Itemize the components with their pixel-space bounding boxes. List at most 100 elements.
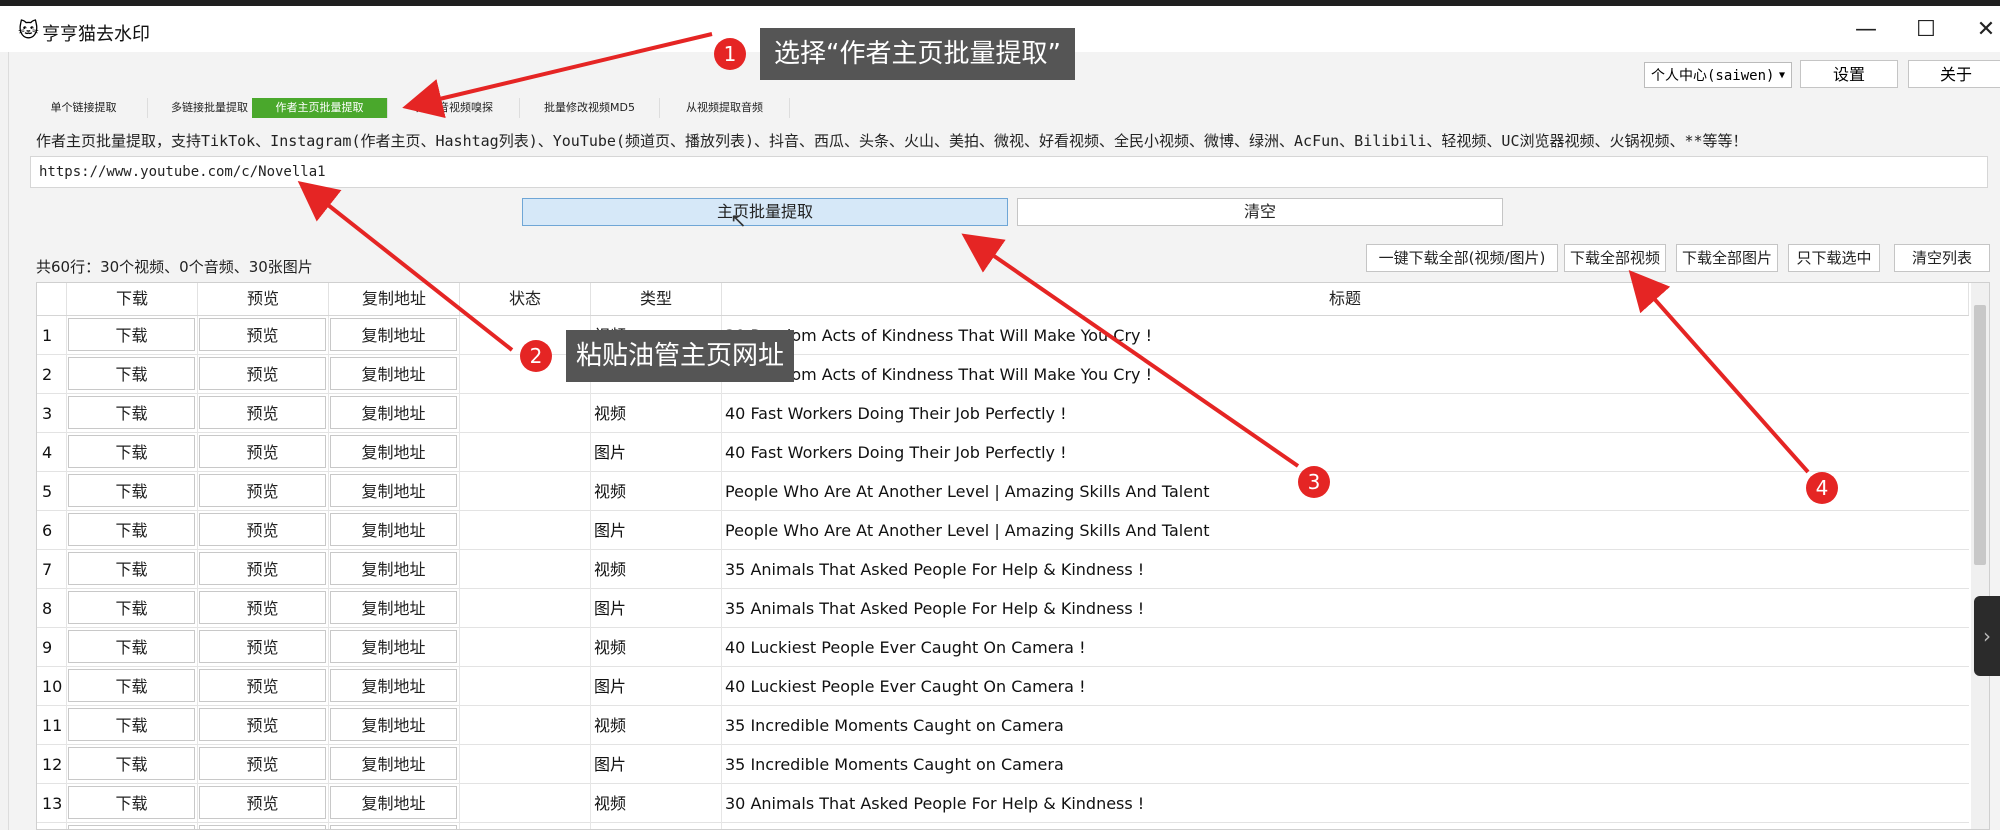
row-preview-button[interactable]: 预览 (199, 708, 326, 741)
row-index: 12 (37, 745, 67, 784)
table-row[interactable]: 2下载预览复制地址图片30 Random Acts of Kindness Th… (37, 355, 1969, 394)
row-copy-address-button[interactable]: 复制地址 (330, 747, 457, 780)
chevron-down-icon: ▼ (1778, 70, 1785, 81)
row-download-button[interactable]: 下载 (68, 396, 195, 429)
row-preview-button[interactable]: 预览 (199, 825, 326, 829)
row-title (722, 823, 1969, 829)
download-selected-button[interactable]: 只下载选中 (1788, 244, 1880, 272)
tab-sniffer[interactable]: 万能音视频嗅探 (390, 98, 520, 118)
annotation-badge-1: 1 (714, 38, 746, 70)
table-row[interactable]: 1下载预览复制地址视频30 Random Acts of Kindness Th… (37, 316, 1969, 355)
table-row[interactable]: 11 下载 预览 复制地址 视频 35 Incredible Moments Caught… (37, 706, 1969, 745)
results-table: 下载 预览 复制地址 状态 类型 标题 1下载预览复制地址视频30 Random… (36, 282, 1990, 830)
row-copy-address-button[interactable]: 复制地址 (330, 513, 457, 546)
row-preview-button[interactable]: 预览 (199, 318, 326, 351)
row-copy-address-button[interactable]: 复制地址 (330, 825, 457, 829)
row-index: 7 (37, 550, 67, 589)
clear-button[interactable]: 清空 (1017, 198, 1503, 226)
table-row[interactable]: 10 下载 预览 复制地址 图片 40 Luckiest People Ever Caug… (37, 667, 1969, 706)
tab-md5[interactable]: 批量修改视频MD5 (520, 98, 660, 118)
row-preview-button[interactable]: 预览 (199, 357, 326, 390)
row-download-button[interactable]: 下载 (68, 513, 195, 546)
batch-extract-button[interactable]: 主页批量提取 (522, 198, 1008, 226)
close-button[interactable]: ✕ (1956, 10, 2000, 52)
header-type: 类型 (591, 283, 722, 315)
row-download-button[interactable]: 下载 (68, 357, 195, 390)
tab-extract-audio[interactable]: 从视频提取音频 (660, 98, 790, 118)
minimize-button[interactable]: — (1836, 10, 1896, 52)
row-index: 1 (37, 316, 67, 355)
clear-list-button[interactable]: 清空列表 (1894, 244, 1990, 272)
table-row[interactable]: 9 下载 预览 复制地址 视频 40 Luckiest People Ever Caugh… (37, 628, 1969, 667)
row-button-cell: 预览 (198, 784, 329, 823)
row-preview-button[interactable]: 预览 (199, 747, 326, 780)
scrollbar-thumb[interactable] (1974, 305, 1986, 565)
row-copy-address-button[interactable]: 复制地址 (330, 630, 457, 663)
settings-button[interactable]: 设置 (1800, 60, 1898, 88)
row-copy-address-button[interactable]: 复制地址 (330, 435, 457, 468)
row-button-cell: 预览 (198, 511, 329, 550)
row-preview-button[interactable]: 预览 (199, 513, 326, 546)
download-all-videos-button[interactable]: 下载全部视频 (1564, 244, 1666, 272)
table-row[interactable]: 12 下载 预览 复制地址 图片 35 Incredible Moments Caught… (37, 745, 1969, 784)
row-index: 9 (37, 628, 67, 667)
url-input[interactable]: https://www.youtube.com/c/Novella1 (30, 156, 1988, 188)
row-download-button[interactable]: 下载 (68, 474, 195, 507)
table-row[interactable]: 4 下载 预览 复制地址 图片 40 Fast Workers Doing Their J… (37, 433, 1969, 472)
row-download-button[interactable]: 下载 (68, 318, 195, 351)
row-download-button[interactable]: 下载 (68, 786, 195, 819)
row-button-cell: 下载 (67, 316, 198, 355)
row-button-cell: 预览 (198, 667, 329, 706)
table-row[interactable]: 7 下载 预览 复制地址 视频 35 Animals That Asked People … (37, 550, 1969, 589)
annotation-callout-1: 选择“作者主页批量提取” (760, 28, 1075, 80)
row-download-button[interactable]: 下载 (68, 552, 195, 585)
row-button-cell: 下载 (67, 511, 198, 550)
row-download-button[interactable]: 下载 (68, 630, 195, 663)
row-preview-button[interactable]: 预览 (199, 396, 326, 429)
download-all-button[interactable]: 一键下载全部(视频/图片) (1366, 244, 1558, 272)
row-copy-address-button[interactable]: 复制地址 (330, 396, 457, 429)
row-preview-button[interactable]: 预览 (199, 669, 326, 702)
maximize-button[interactable]: ☐ (1896, 10, 1956, 52)
row-preview-button[interactable]: 预览 (199, 474, 326, 507)
row-download-button[interactable]: 下载 (68, 591, 195, 624)
row-preview-button[interactable]: 预览 (199, 591, 326, 624)
row-download-button[interactable]: 下载 (68, 825, 195, 829)
row-copy-address-button[interactable]: 复制地址 (330, 474, 457, 507)
row-preview-button[interactable]: 预览 (199, 435, 326, 468)
vertical-scrollbar[interactable] (1971, 283, 1989, 829)
row-download-button[interactable]: 下载 (68, 435, 195, 468)
annotation-badge-2: 2 (520, 340, 552, 372)
row-copy-address-button[interactable]: 复制地址 (330, 591, 457, 624)
row-copy-address-button[interactable]: 复制地址 (330, 552, 457, 585)
row-download-button[interactable]: 下载 (68, 708, 195, 741)
row-copy-address-button[interactable]: 复制地址 (330, 669, 457, 702)
row-copy-address-button[interactable]: 复制地址 (330, 708, 457, 741)
row-preview-button[interactable]: 预览 (199, 786, 326, 819)
row-preview-button[interactable]: 预览 (199, 630, 326, 663)
table-row[interactable]: 8 下载 预览 复制地址 图片 35 Animals That Asked People … (37, 589, 1969, 628)
row-copy-address-button[interactable]: 复制地址 (330, 318, 457, 351)
row-download-button[interactable]: 下载 (68, 747, 195, 780)
side-expand-handle[interactable]: › (1974, 596, 2000, 676)
tab-single-link[interactable]: 单个链接提取 (20, 98, 148, 118)
row-title: 35 Animals That Asked People For Help & … (725, 560, 1145, 579)
row-copy-address-button[interactable]: 复制地址 (330, 786, 457, 819)
table-row[interactable]: 3 下载 预览 复制地址 视频 40 Fast Workers Doing Their J… (37, 394, 1969, 433)
table-row[interactable]: 6 下载 预览 复制地址 图片 People Who Are At Another Lev… (37, 511, 1969, 550)
tab-author-homepage[interactable]: 作者主页批量提取 (252, 98, 388, 118)
download-all-images-button[interactable]: 下载全部图片 (1676, 244, 1778, 272)
table-row[interactable]: 13 下载 预览 复制地址 视频 30 Animals That Asked People… (37, 784, 1969, 823)
row-status (460, 472, 591, 511)
about-button[interactable]: 关于 (1908, 60, 2000, 88)
row-preview-button[interactable]: 预览 (199, 552, 326, 585)
row-type: 视频 (591, 784, 722, 823)
row-copy-address-button[interactable]: 复制地址 (330, 357, 457, 390)
row-button-cell: 复制地址 (329, 433, 460, 472)
row-index (37, 823, 67, 829)
table-row[interactable]: 下载预览复制地址 (37, 823, 1969, 829)
table-row[interactable]: 5 下载 预览 复制地址 视频 People Who Are At Another Lev… (37, 472, 1969, 511)
row-download-button[interactable]: 下载 (68, 669, 195, 702)
user-center-dropdown[interactable]: 个人中心(saiwen) ▼ (1644, 62, 1792, 88)
row-button-cell: 复制地址 (329, 355, 460, 394)
